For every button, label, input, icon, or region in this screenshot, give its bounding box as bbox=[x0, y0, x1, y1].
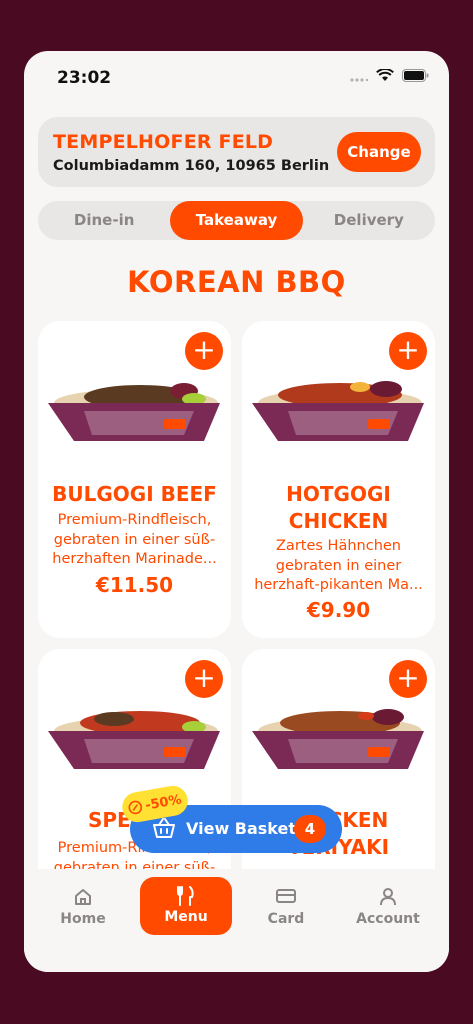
tab-label: Account bbox=[356, 911, 420, 927]
app-screen: 23:02 TEMPELHOFER FELD Columbiadamm 160,… bbox=[24, 51, 449, 972]
card-icon bbox=[276, 889, 296, 903]
home-icon bbox=[75, 889, 91, 905]
location-address: Columbiadamm 160, 10965 Berlin bbox=[53, 158, 330, 174]
bottom-tab-bar: Home Menu Card Account bbox=[24, 869, 449, 972]
fork-knife-icon bbox=[177, 886, 194, 906]
product-price: €9.90 bbox=[306, 598, 371, 622]
product-description: Premium-Rindfleisch, gebraten in einer s… bbox=[48, 511, 221, 570]
order-mode-dine-in[interactable]: Dine-in bbox=[38, 201, 170, 240]
title-line: CHICKEN bbox=[288, 509, 389, 533]
description-line: herzhaft-pikanten Ma... bbox=[254, 577, 423, 593]
bowl-image bbox=[48, 711, 220, 769]
status-time: 23:02 bbox=[57, 68, 112, 88]
description-line: Premium-Rindfleisch, bbox=[57, 512, 212, 528]
battery-icon bbox=[402, 69, 429, 82]
bowl-image bbox=[252, 709, 424, 769]
product-title: BULGOGI BEEF bbox=[52, 482, 217, 506]
description-line: gebraten in einer süß- bbox=[53, 859, 216, 870]
product-card[interactable]: + BULGOGI BEEF Premium-Rindfleisch, gebr… bbox=[38, 321, 231, 638]
description-line: gebraten in einer bbox=[275, 557, 402, 574]
tab-label: Card bbox=[267, 911, 305, 927]
order-mode-delivery[interactable]: Delivery bbox=[303, 201, 435, 240]
bowl-image bbox=[252, 381, 424, 441]
basket-count-badge: 4 bbox=[294, 815, 326, 843]
location-card: TEMPELHOFER FELD Columbiadamm 160, 10965… bbox=[38, 117, 435, 187]
tab-menu[interactable]: Menu bbox=[140, 877, 232, 935]
product-description: Zartes Hähnchen gebraten in einer herzha… bbox=[252, 537, 425, 596]
product-price: €11.50 bbox=[95, 573, 174, 597]
signal-icon bbox=[350, 77, 368, 82]
description-line: Zartes Hähnchen bbox=[276, 538, 401, 554]
wifi-icon bbox=[376, 69, 394, 81]
product-grid: + BULGOGI BEEF Premium-Rindfleisch, gebr… bbox=[24, 321, 449, 869]
description-line: gebraten in einer süß- bbox=[53, 531, 216, 548]
tab-label: Home bbox=[60, 911, 106, 927]
person-icon bbox=[380, 888, 396, 906]
location-name: TEMPELHOFER FELD bbox=[53, 131, 274, 153]
product-title: HOTGOGI CHICKEN bbox=[248, 481, 429, 535]
title-line: HOTGOGI bbox=[286, 482, 391, 506]
product-card[interactable]: + HOTGOGI CHICKEN Zartes Hähnchen gebrat… bbox=[242, 321, 435, 638]
bowl-image bbox=[48, 383, 220, 441]
tab-account[interactable]: Account bbox=[342, 879, 434, 935]
order-mode-selector: Dine-in Takeaway Delivery bbox=[38, 201, 435, 240]
order-mode-takeaway[interactable]: Takeaway bbox=[170, 201, 303, 240]
tab-card[interactable]: Card bbox=[240, 879, 332, 935]
basket-icon bbox=[153, 818, 175, 838]
section-title: KOREAN BBQ bbox=[127, 265, 346, 299]
discount-icon bbox=[128, 800, 143, 815]
discount-text: -50% bbox=[144, 791, 183, 814]
change-location-button[interactable]: Change bbox=[337, 132, 421, 172]
description-line: herzhaften Marinade... bbox=[52, 551, 217, 567]
status-icons bbox=[350, 69, 429, 82]
tab-home[interactable]: Home bbox=[37, 879, 129, 935]
status-bar: 23:02 bbox=[24, 51, 449, 107]
tab-label: Menu bbox=[164, 909, 208, 925]
basket-label: View Basket bbox=[186, 819, 297, 838]
